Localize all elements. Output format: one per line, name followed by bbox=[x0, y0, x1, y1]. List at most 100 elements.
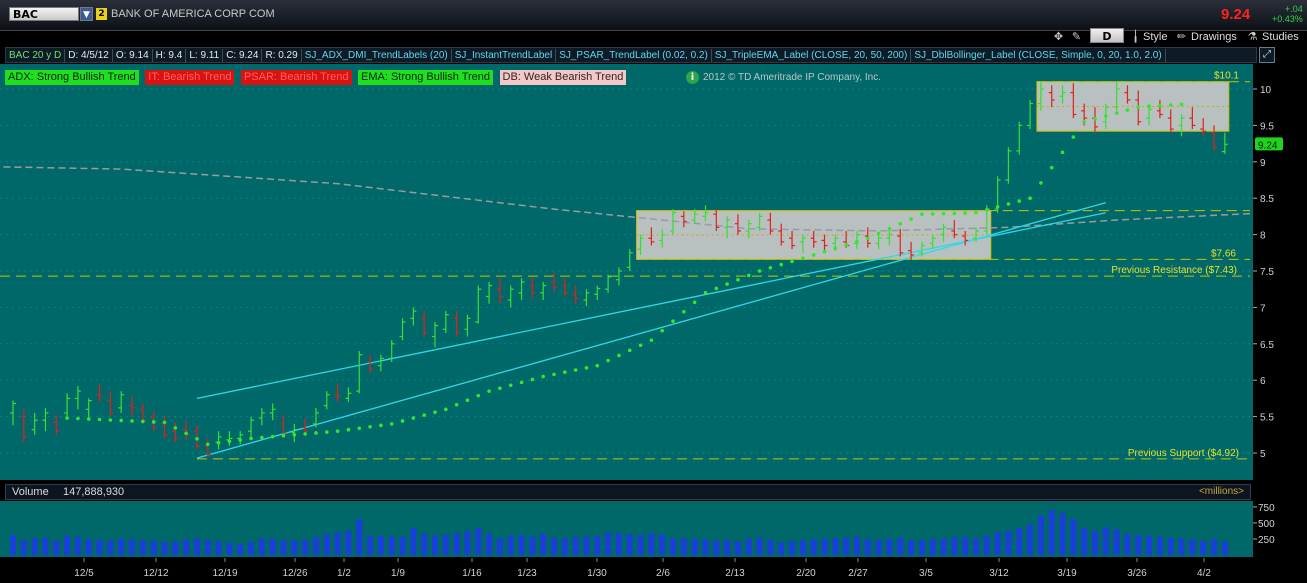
volume-unit: <millions> bbox=[1198, 486, 1244, 497]
volume-bar bbox=[594, 535, 601, 555]
psar-dot bbox=[195, 437, 199, 441]
psar-dot bbox=[119, 418, 123, 423]
psar-dot bbox=[76, 416, 80, 421]
x-tick-label: 2/27 bbox=[848, 568, 868, 579]
psar-dot bbox=[595, 363, 600, 368]
volume-bar bbox=[518, 535, 525, 555]
volume-bar bbox=[486, 533, 493, 555]
volume-bar bbox=[31, 538, 38, 555]
psar-dot bbox=[530, 377, 535, 382]
volume-bar bbox=[962, 537, 969, 555]
psar-dot bbox=[184, 431, 188, 436]
x-tick-label: 1/23 bbox=[517, 568, 537, 579]
price-tag: 9.24 bbox=[1258, 140, 1278, 151]
psar-dot bbox=[346, 427, 351, 432]
volume-bar bbox=[10, 535, 16, 555]
y-tick-label: 9 bbox=[1260, 158, 1266, 169]
psar-dot bbox=[130, 419, 134, 423]
volume-bar bbox=[908, 540, 915, 555]
volume-bar bbox=[1113, 529, 1120, 555]
psar-dot bbox=[920, 212, 924, 217]
volume-bar bbox=[789, 540, 796, 555]
adx-label: ADX: Strong Bullish Trend bbox=[5, 70, 139, 85]
x-tick-label: 12/5 bbox=[74, 568, 94, 579]
volume-bar bbox=[312, 537, 319, 555]
volume-bar bbox=[1200, 540, 1207, 555]
psar-dot bbox=[1179, 102, 1184, 107]
volume-bar bbox=[172, 541, 179, 555]
volume-bar bbox=[377, 535, 384, 555]
volume-bar bbox=[767, 539, 774, 555]
volume-bar bbox=[410, 528, 417, 555]
volume-bar bbox=[129, 538, 136, 555]
psar-dot bbox=[270, 434, 275, 439]
psar-dot bbox=[1017, 199, 1022, 203]
volume-bar bbox=[940, 538, 947, 555]
volume-bar bbox=[388, 536, 395, 555]
psar-dot bbox=[498, 386, 502, 391]
volume-bar bbox=[561, 538, 568, 555]
volume-bar bbox=[1189, 539, 1196, 555]
psar-dot bbox=[508, 383, 513, 388]
psar-dot bbox=[822, 249, 827, 254]
psar-dot bbox=[303, 432, 307, 436]
psar-dot bbox=[887, 226, 892, 231]
volume-bar bbox=[897, 537, 904, 555]
volume-bar bbox=[810, 538, 817, 555]
psar-dot bbox=[671, 319, 675, 324]
y-tick-label: 6.5 bbox=[1260, 340, 1274, 351]
volume-bar bbox=[853, 537, 860, 555]
volume-bar bbox=[605, 532, 612, 555]
psar-dot bbox=[281, 433, 286, 438]
x-tick-label: 12/12 bbox=[143, 568, 168, 579]
volume-bar bbox=[1156, 537, 1163, 555]
psar-dot bbox=[444, 407, 448, 412]
x-tick-label: 4/2 bbox=[1197, 568, 1211, 579]
volume-bar bbox=[431, 535, 438, 555]
info-icon[interactable]: i bbox=[686, 71, 699, 84]
psar-dot bbox=[768, 265, 773, 270]
volume-tick-label: 250 bbox=[1258, 535, 1275, 546]
volume-bar bbox=[248, 542, 255, 555]
volume-bar bbox=[886, 538, 893, 555]
x-tick-label: 2/20 bbox=[796, 568, 816, 579]
volume-bar bbox=[64, 535, 71, 555]
volume-bar bbox=[96, 539, 103, 555]
psar-dot bbox=[1125, 108, 1130, 112]
volume-bar bbox=[215, 541, 222, 555]
psar-dot bbox=[952, 211, 957, 216]
psar-dot bbox=[465, 398, 470, 403]
volume-bar bbox=[1211, 538, 1218, 555]
psar-dot bbox=[649, 338, 654, 342]
volume-bar bbox=[778, 542, 785, 555]
volume-bar bbox=[291, 540, 298, 555]
support-label: Previous Support ($4.92) bbox=[1128, 448, 1239, 459]
x-axis-bg bbox=[0, 558, 1307, 583]
psar-dot bbox=[844, 243, 848, 247]
psar-dot bbox=[1060, 150, 1065, 155]
volume-bar bbox=[648, 533, 655, 555]
y-tick-label: 8 bbox=[1260, 231, 1266, 242]
x-tick-label: 12/19 bbox=[212, 568, 237, 579]
volume-bar bbox=[1102, 527, 1109, 555]
volume-bar bbox=[1048, 510, 1055, 555]
volume-bar bbox=[85, 538, 92, 555]
volume-bar bbox=[193, 538, 200, 555]
psar-dot bbox=[930, 212, 935, 216]
volume-bar bbox=[734, 541, 741, 555]
volume-bar bbox=[918, 539, 925, 555]
volume-bar bbox=[118, 538, 125, 555]
y-tick-label: 6 bbox=[1260, 376, 1266, 387]
x-tick-label: 1/16 bbox=[462, 568, 482, 579]
volume-bar bbox=[691, 538, 698, 555]
volume-bar bbox=[1070, 519, 1077, 555]
psar-dot bbox=[736, 277, 740, 282]
level-101-label: $10.1 bbox=[1214, 71, 1239, 82]
resistance-label: Previous Resistance ($7.43) bbox=[1111, 265, 1237, 276]
y-tick-label: 10 bbox=[1260, 85, 1272, 96]
psar-dot bbox=[584, 366, 589, 370]
psar-dot bbox=[173, 426, 178, 430]
volume-bar bbox=[453, 533, 460, 555]
psar-dot bbox=[433, 410, 437, 415]
volume-bar bbox=[150, 540, 157, 555]
